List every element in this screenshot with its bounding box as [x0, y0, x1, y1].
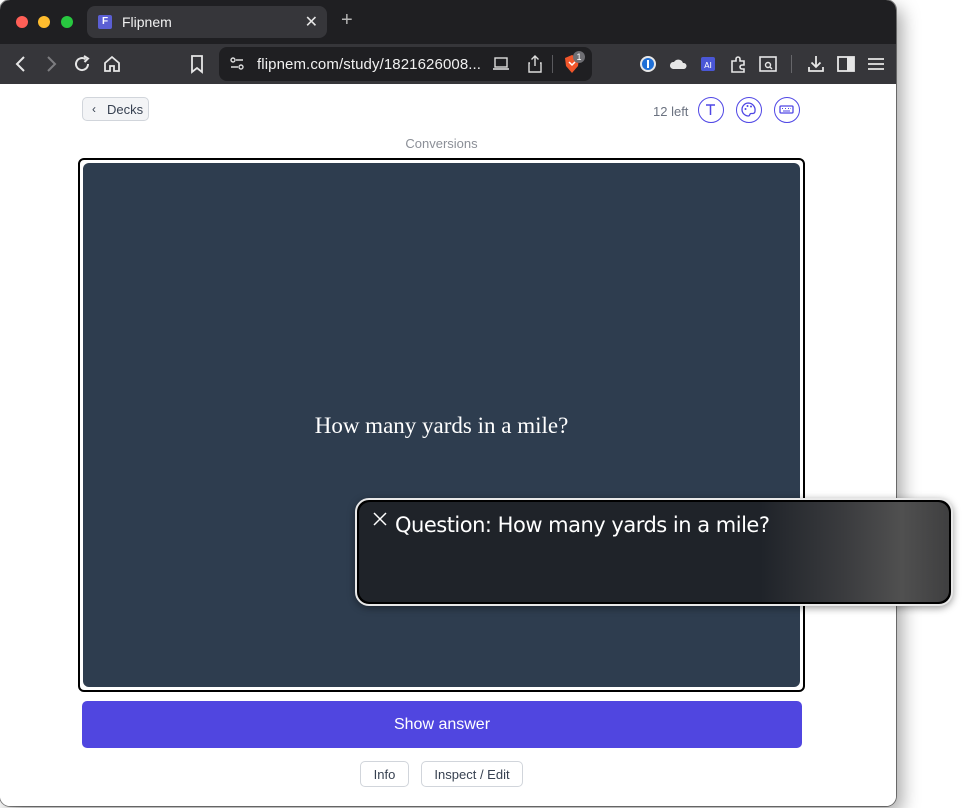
shields-count-badge: 1	[573, 51, 585, 63]
keyboard-icon	[779, 105, 794, 114]
study-page: ‹ Decks 12 left Conversions How many yar…	[0, 84, 896, 806]
address-bar[interactable]: flipnem.com/study/1821626008... 1	[219, 47, 592, 81]
toolbar-divider	[791, 55, 792, 73]
theme-palette-button[interactable]	[736, 97, 762, 123]
chevron-left-icon: ‹	[92, 102, 96, 116]
download-icon[interactable]	[805, 53, 827, 75]
close-tab-icon[interactable]: ✕	[305, 12, 318, 32]
bookmark-icon[interactable]	[186, 53, 208, 75]
reload-icon[interactable]	[71, 53, 93, 75]
caption-text: Question: How many yards in a mile?	[395, 513, 770, 537]
share-icon[interactable]	[527, 55, 543, 73]
cards-remaining: 12 left	[653, 104, 689, 119]
new-tab-button[interactable]: +	[341, 10, 353, 30]
tab-strip: F Flipnem ✕ +	[0, 0, 896, 44]
keyboard-shortcuts-button[interactable]	[774, 97, 800, 123]
ai-extension-icon[interactable]: AI	[697, 53, 719, 75]
tab-flipnem[interactable]: F Flipnem ✕	[87, 6, 327, 38]
svg-text:AI: AI	[704, 61, 712, 70]
flashcard-frame: How many yards in a mile?	[78, 158, 805, 692]
live-caption-panel: Question: How many yards in a mile?	[359, 502, 949, 602]
back-to-decks-label: Decks	[107, 102, 144, 117]
site-settings-icon[interactable]	[228, 55, 246, 73]
close-window-button[interactable]	[16, 16, 28, 28]
browser-window: F Flipnem ✕ + flipnem.com/study/18216260…	[0, 0, 896, 806]
home-icon[interactable]	[101, 53, 123, 75]
text-style-button[interactable]	[698, 97, 724, 123]
show-answer-button[interactable]: Show answer	[82, 701, 802, 748]
info-button[interactable]: Info	[360, 761, 409, 787]
password-manager-icon[interactable]	[637, 53, 659, 75]
back-icon[interactable]	[10, 53, 32, 75]
deck-name: Conversions	[405, 136, 478, 151]
minimize-window-button[interactable]	[38, 16, 50, 28]
inspect-edit-button[interactable]: Inspect / Edit	[421, 761, 523, 787]
reader-search-icon[interactable]	[757, 53, 779, 75]
url-divider	[552, 55, 553, 73]
live-caption-overlay: Question: How many yards in a mile?	[355, 498, 953, 606]
tab-title: Flipnem	[122, 14, 172, 30]
palette-icon	[741, 102, 756, 117]
text-icon	[706, 104, 715, 115]
browser-toolbar: flipnem.com/study/1821626008... 1 AI	[0, 44, 896, 84]
forward-icon[interactable]	[40, 53, 62, 75]
maximize-window-button[interactable]	[61, 16, 73, 28]
flipnem-favicon-icon: F	[98, 15, 112, 29]
card-question: How many yards in a mile?	[314, 413, 569, 438]
sidebar-toggle-icon[interactable]	[835, 53, 857, 75]
cloud-extension-icon[interactable]	[667, 53, 689, 75]
back-to-decks-button[interactable]: ‹ Decks	[82, 97, 149, 121]
extensions-icon[interactable]	[727, 53, 749, 75]
close-icon[interactable]	[373, 512, 387, 526]
url-text: flipnem.com/study/1821626008...	[257, 56, 482, 73]
cast-icon[interactable]	[492, 56, 510, 72]
menu-icon[interactable]	[865, 53, 887, 75]
flashcard[interactable]: How many yards in a mile?	[83, 163, 800, 687]
